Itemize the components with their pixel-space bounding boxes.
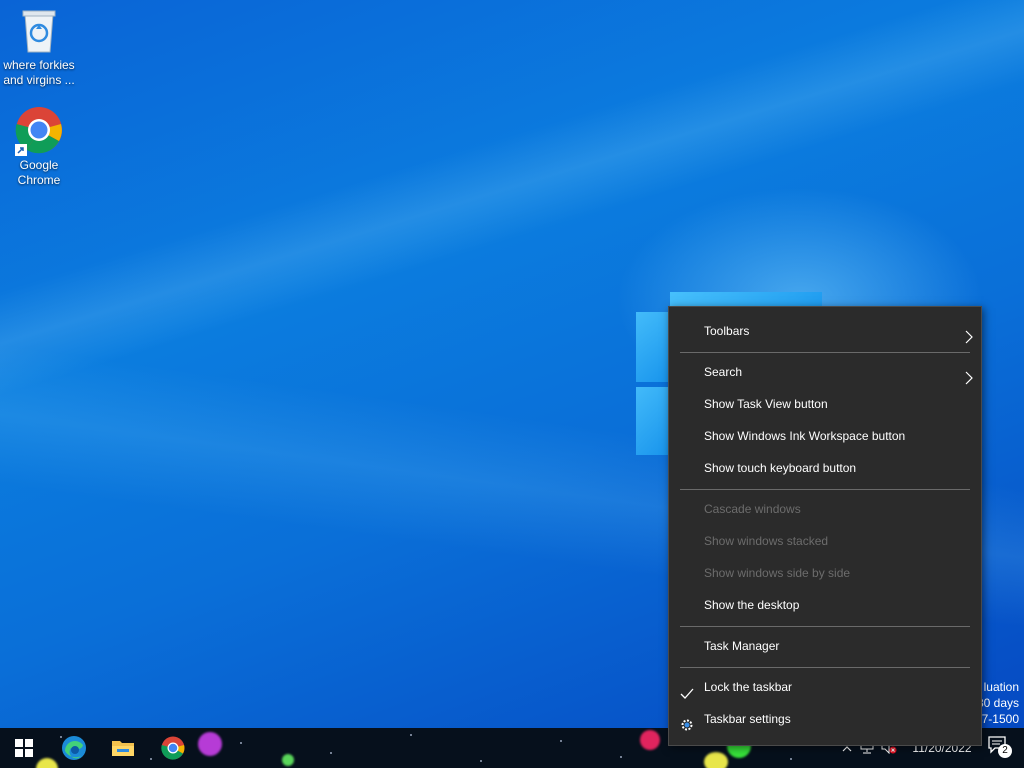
menu-item-label: Show windows side by side xyxy=(704,566,851,580)
wallpaper-color-blob xyxy=(640,730,660,750)
menu-item-taskbar-settings[interactable]: Taskbar settings xyxy=(669,703,981,735)
menu-item-show-task-view[interactable]: Show Task View button xyxy=(669,388,981,420)
taskbar-edge-button[interactable] xyxy=(50,728,98,768)
menu-item-task-manager[interactable]: Task Manager xyxy=(669,630,981,662)
menu-separator xyxy=(680,352,970,353)
desktop-icon-label: Google xyxy=(19,158,59,172)
menu-item-show-windows-side-by-side: Show windows side by side xyxy=(669,557,981,589)
menu-item-show-touch-keyboard[interactable]: Show touch keyboard button xyxy=(669,452,981,484)
taskbar-chrome-button[interactable] xyxy=(149,728,197,768)
menu-item-label: Taskbar settings xyxy=(704,712,791,726)
menu-item-label: Task Manager xyxy=(704,639,780,653)
file-explorer-icon xyxy=(112,741,134,756)
gear-icon xyxy=(680,712,694,744)
wallpaper-logo-pane xyxy=(636,387,668,455)
menu-item-label: Lock the taskbar xyxy=(704,680,793,694)
wallpaper-logo-pane xyxy=(636,312,668,382)
wallpaper-color-blob xyxy=(198,732,222,756)
menu-item-label: Show windows stacked xyxy=(704,534,829,548)
wallpaper-color-blob xyxy=(282,754,294,766)
recycle-bin-icon xyxy=(19,8,59,54)
menu-separator xyxy=(680,489,970,490)
menu-item-lock-taskbar[interactable]: Lock the taskbar xyxy=(669,671,981,703)
menu-item-label: Show the desktop xyxy=(704,598,800,612)
desktop-icon-label: Chrome xyxy=(17,173,61,187)
windows-logo-icon xyxy=(15,739,33,757)
menu-item-search[interactable]: Search xyxy=(669,356,981,388)
desktop-icon-label: and virgins ... xyxy=(3,73,75,87)
menu-item-cascade-windows: Cascade windows xyxy=(669,493,981,525)
menu-item-label: Search xyxy=(704,365,743,379)
wallpaper-color-blob xyxy=(704,752,728,768)
start-button[interactable] xyxy=(0,728,48,768)
menu-item-label: Cascade windows xyxy=(704,502,801,516)
edge-icon xyxy=(62,736,86,760)
menu-item-label: Show Windows Ink Workspace button xyxy=(704,429,906,443)
chrome-icon xyxy=(15,106,63,156)
menu-item-label: Show touch keyboard button xyxy=(704,461,857,475)
menu-item-show-desktop[interactable]: Show the desktop xyxy=(669,589,981,621)
taskbar-context-menu: Toolbars Search Show Task View button Sh… xyxy=(668,306,982,746)
desktop-icon-recycle-bin[interactable]: where forkies and virgins ... xyxy=(1,8,77,88)
chrome-icon xyxy=(161,736,185,760)
menu-item-label: Toolbars xyxy=(704,324,750,338)
menu-item-toolbars[interactable]: Toolbars xyxy=(669,315,981,347)
menu-separator xyxy=(680,626,970,627)
menu-item-show-windows-stacked: Show windows stacked xyxy=(669,525,981,557)
wallpaper-logo-pane xyxy=(670,292,822,306)
menu-separator xyxy=(680,667,970,668)
menu-item-label: Show Task View button xyxy=(704,397,828,411)
desktop-icon-label: where forkies xyxy=(3,58,75,72)
action-center-button[interactable]: 2 xyxy=(988,736,1012,760)
desktop-icon-google-chrome[interactable]: Google Chrome xyxy=(1,106,77,188)
menu-item-show-ink-workspace[interactable]: Show Windows Ink Workspace button xyxy=(669,420,981,452)
shortcut-arrow-icon xyxy=(15,144,27,156)
taskbar-file-explorer-button[interactable] xyxy=(99,728,147,768)
notification-count-badge: 2 xyxy=(998,744,1012,758)
